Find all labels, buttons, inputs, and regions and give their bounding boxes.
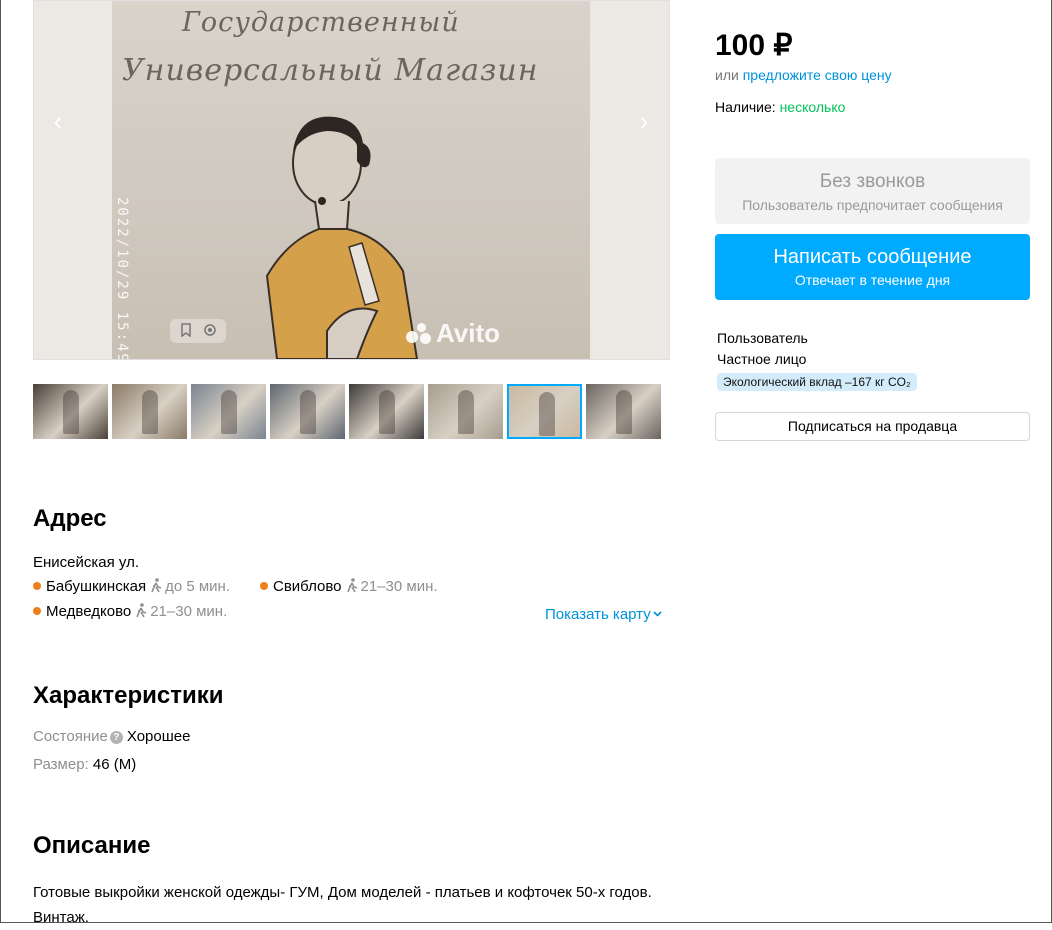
- thumbnail-figure: [142, 390, 158, 434]
- no-calls-title: Без звонков: [819, 171, 926, 192]
- photo-date-stamp: 2022/10/29 15:49: [114, 197, 130, 360]
- address-heading: Адрес: [33, 505, 107, 532]
- chevron-down-icon: [653, 611, 662, 617]
- photo-thumbnail[interactable]: [112, 384, 187, 439]
- seller-name[interactable]: Пользователь: [717, 328, 808, 349]
- metro-station: Медведково 21–30 мин.: [33, 603, 227, 620]
- show-map-link[interactable]: Показать карту: [545, 606, 662, 623]
- walk-icon: [346, 578, 357, 593]
- metro-time: до 5 мин.: [165, 578, 230, 595]
- characteristics-heading: Характеристики: [33, 682, 224, 709]
- no-calls-box: Без звонков Пользователь предпочитает со…: [715, 158, 1030, 224]
- photo-thumbnail[interactable]: [191, 384, 266, 439]
- condition-label: Состояние: [33, 728, 108, 745]
- metro-station: Бабушкинская до 5 мин.: [33, 578, 230, 595]
- metro-name: Медведково: [46, 603, 132, 620]
- thumbnail-figure: [300, 390, 316, 434]
- subscribe-seller-button[interactable]: Подписаться на продавца: [715, 412, 1030, 441]
- thumbnail-figure: [63, 390, 79, 434]
- street-address: Енисейская ул.: [33, 554, 140, 571]
- size-value: 46 (M): [92, 756, 137, 773]
- photo-thumbnail[interactable]: [586, 384, 661, 439]
- photo-title-line2: Универсальный Магазин: [122, 53, 539, 88]
- write-message-label: Написать сообщение: [773, 246, 972, 268]
- photo-thumbnail[interactable]: [33, 384, 108, 439]
- main-photo[interactable]: Государственный Универсальный Магазин 20…: [33, 0, 670, 360]
- next-photo-arrow-icon[interactable]: ›: [632, 108, 656, 134]
- metro-line-icon: [33, 607, 41, 615]
- metro-time: 21–30 мин.: [360, 578, 438, 595]
- photo-image: Государственный Универсальный Магазин 20…: [112, 1, 590, 359]
- show-map-label: Показать карту: [545, 606, 651, 623]
- seller-info: Пользователь Частное лицо: [717, 328, 808, 370]
- watermark-text: Avito: [435, 318, 500, 348]
- metro-line-icon: [260, 582, 268, 590]
- availability-value: несколько: [779, 99, 846, 115]
- metro-station: Свиблово 21–30 мин.: [260, 578, 438, 595]
- thumbnail-figure: [458, 390, 474, 434]
- walk-icon: [136, 603, 147, 618]
- avito-logo-icon: [405, 322, 432, 345]
- metro-name: Свиблово: [273, 578, 342, 595]
- price: 100 ₽: [715, 29, 793, 62]
- photo-thumbnail[interactable]: [270, 384, 345, 439]
- photo-thumbnail[interactable]: [349, 384, 424, 439]
- thumbnail-figure: [379, 390, 395, 434]
- seller-type: Частное лицо: [717, 351, 807, 367]
- write-message-button[interactable]: Написать сообщение Отвечает в течение дн…: [715, 234, 1030, 300]
- no-calls-subtitle: Пользователь предпочитает сообщения: [742, 197, 1003, 213]
- metro-time: 21–30 мин.: [150, 603, 228, 620]
- metro-line-icon: [33, 582, 41, 590]
- size-row: Размер: 46 (M): [33, 756, 136, 773]
- propose-price-link[interactable]: предложите свою цену: [743, 67, 892, 83]
- or-text: или: [715, 67, 739, 83]
- thumbnail-figure: [616, 390, 632, 434]
- eco-badge[interactable]: Экологический вклад –167 кг CO₂: [717, 373, 917, 391]
- avito-watermark: Avito: [405, 318, 500, 349]
- camera-icon[interactable]: [202, 323, 218, 339]
- offer-line: или предложите свою цену: [715, 67, 892, 83]
- prev-photo-arrow-icon[interactable]: ‹: [46, 108, 70, 134]
- availability: Наличие: несколько: [715, 99, 845, 115]
- metro-name: Бабушкинская: [46, 578, 147, 595]
- photo-thumbnail[interactable]: [428, 384, 503, 439]
- thumbnail-strip: [33, 384, 661, 439]
- walk-icon: [151, 578, 162, 593]
- help-icon[interactable]: ?: [109, 731, 123, 744]
- photo-thumbnail[interactable]: [507, 384, 582, 439]
- thumbnail-figure: [539, 392, 555, 436]
- photo-title-line1: Государственный: [182, 7, 460, 38]
- condition-value: Хорошее: [126, 728, 191, 745]
- size-label: Размер:: [33, 756, 89, 773]
- condition-row: Состояние? Хорошее: [33, 728, 190, 745]
- bookmark-icon[interactable]: [178, 323, 194, 339]
- availability-label: Наличие:: [715, 99, 776, 115]
- description-heading: Описание: [33, 832, 151, 859]
- description-text: Готовые выкройки женской одежды- ГУМ, До…: [33, 884, 652, 926]
- photo-actions: [170, 319, 226, 343]
- response-time-label: Отвечает в течение дня: [794, 272, 951, 288]
- thumbnail-figure: [221, 390, 237, 434]
